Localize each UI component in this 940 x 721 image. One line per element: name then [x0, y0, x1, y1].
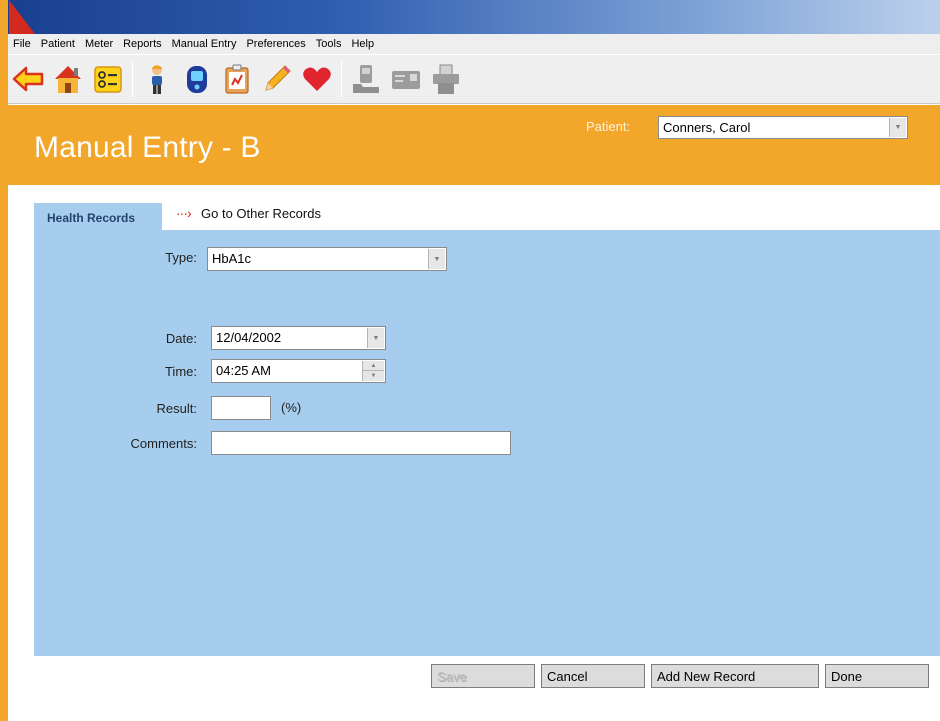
- menu-reports[interactable]: Reports: [118, 34, 167, 54]
- time-spinner[interactable]: ▲ ▼: [362, 361, 384, 381]
- app-window: File Patient Meter Reports Manual Entry …: [0, 0, 940, 721]
- back-arrow-icon[interactable]: [8, 59, 48, 99]
- menu-tools[interactable]: Tools: [311, 34, 347, 54]
- pencil-icon[interactable]: [257, 59, 297, 99]
- menu-preferences[interactable]: Preferences: [241, 34, 310, 54]
- menu-bar: File Patient Meter Reports Manual Entry …: [8, 34, 940, 54]
- chevron-down-icon[interactable]: ▼: [367, 328, 384, 348]
- toolbar: [8, 54, 940, 104]
- date-field[interactable]: 12/04/2002 ▼: [211, 326, 386, 350]
- tab-health-records[interactable]: Health Records: [34, 203, 162, 230]
- spinner-up-icon[interactable]: ▲: [363, 361, 384, 371]
- result-unit: (%): [281, 400, 302, 415]
- comments-label: Comments:: [130, 436, 197, 451]
- chevron-down-icon[interactable]: ▼: [428, 249, 445, 269]
- time-label: Time:: [164, 364, 197, 379]
- health-records-panel: Type: HbA1c ▼ Date: 12/04/2002 ▼ Time: 0…: [34, 230, 940, 656]
- result-field[interactable]: [211, 396, 271, 420]
- comments-field[interactable]: [211, 431, 511, 455]
- meter-device-icon[interactable]: [177, 59, 217, 99]
- person-icon[interactable]: [137, 59, 177, 99]
- checklist-icon[interactable]: [88, 59, 128, 99]
- patient-label: Patient:: [586, 119, 631, 134]
- patient-select-value: Conners, Carol: [663, 120, 751, 135]
- date-label: Date:: [165, 331, 197, 346]
- add-new-record-button[interactable]: Add New Record: [651, 664, 819, 688]
- save-button[interactable]: Save: [431, 664, 535, 688]
- chevron-down-icon[interactable]: ▼: [889, 118, 906, 137]
- app-logo-corner: [9, 0, 35, 34]
- meter-upload-icon[interactable]: [346, 59, 386, 99]
- menu-meter[interactable]: Meter: [80, 34, 118, 54]
- spinner-down-icon[interactable]: ▼: [363, 371, 384, 381]
- window-left-border: [0, 0, 8, 721]
- printer-icon[interactable]: [426, 59, 466, 99]
- dotted-arrow-icon: ···›: [176, 205, 192, 221]
- title-bar[interactable]: [8, 0, 940, 34]
- menu-patient[interactable]: Patient: [36, 34, 80, 54]
- toolbar-separator: [341, 61, 342, 97]
- time-field[interactable]: 04:25 AM ▲ ▼: [211, 359, 386, 383]
- toolbar-separator: [132, 61, 133, 97]
- heart-icon[interactable]: [297, 59, 337, 99]
- patient-select[interactable]: Conners, Carol ▼: [658, 116, 908, 139]
- go-to-other-records-link[interactable]: Go to Other Records: [201, 206, 321, 221]
- home-icon[interactable]: [48, 59, 88, 99]
- card-reader-icon[interactable]: [386, 59, 426, 99]
- result-label: Result:: [156, 401, 197, 416]
- menu-file[interactable]: File: [8, 34, 36, 54]
- page-header: Manual Entry - B Patient: Conners, Carol…: [8, 105, 940, 185]
- cancel-button[interactable]: Cancel: [541, 664, 645, 688]
- type-label: Type:: [165, 250, 197, 265]
- menu-help[interactable]: Help: [346, 34, 379, 54]
- type-select-value: HbA1c: [212, 251, 252, 266]
- page-title: Manual Entry - B: [34, 131, 261, 164]
- menu-manual-entry[interactable]: Manual Entry: [167, 34, 242, 54]
- logbook-icon[interactable]: [217, 59, 257, 99]
- done-button[interactable]: Done: [825, 664, 929, 688]
- type-select[interactable]: HbA1c ▼: [207, 247, 447, 271]
- time-value: 04:25 AM: [216, 363, 271, 378]
- date-value: 12/04/2002: [216, 330, 282, 345]
